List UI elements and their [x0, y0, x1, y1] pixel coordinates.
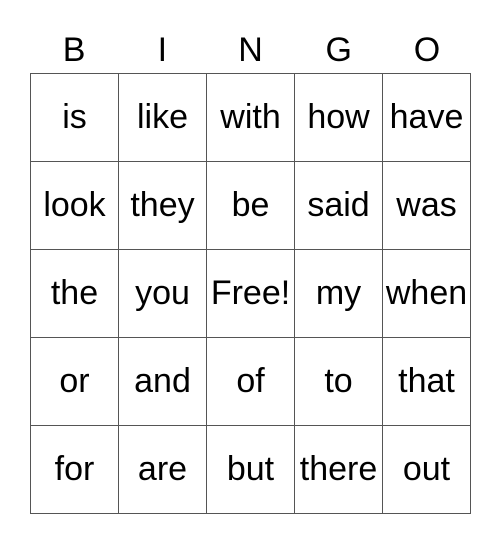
card-cell[interactable]: be	[206, 161, 295, 250]
card-cell[interactable]: when	[382, 249, 471, 338]
card-cell[interactable]: like	[118, 73, 207, 162]
card-cell[interactable]: out	[382, 425, 471, 514]
card-row: or and of to that	[30, 337, 471, 426]
header-letter-n: N	[238, 31, 263, 69]
card-cell[interactable]: have	[382, 73, 471, 162]
card-cell[interactable]: but	[206, 425, 295, 514]
header-letter-i: I	[157, 31, 168, 69]
header-letter-b: B	[62, 31, 86, 69]
card-cell[interactable]: of	[206, 337, 295, 426]
header-letter-o: O	[413, 31, 441, 69]
card-row: the you Free! my when	[30, 249, 471, 338]
card-cell[interactable]: and	[118, 337, 207, 426]
card-row: look they be said was	[30, 161, 471, 250]
bingo-header: B I N G O	[30, 28, 471, 72]
bingo-card: is like with how have look they be said …	[30, 73, 471, 514]
card-cell[interactable]: was	[382, 161, 471, 250]
card-cell[interactable]: is	[30, 73, 119, 162]
card-cell[interactable]: there	[294, 425, 383, 514]
card-cell[interactable]: are	[118, 425, 207, 514]
card-cell[interactable]: that	[382, 337, 471, 426]
card-cell[interactable]: the	[30, 249, 119, 338]
card-cell[interactable]: or	[30, 337, 119, 426]
card-cell[interactable]: how	[294, 73, 383, 162]
card-cell[interactable]: to	[294, 337, 383, 426]
header-letter-g: G	[325, 31, 352, 69]
free-space-cell[interactable]: Free!	[206, 249, 295, 338]
card-cell[interactable]: they	[118, 161, 207, 250]
card-cell[interactable]: with	[206, 73, 295, 162]
card-cell[interactable]: look	[30, 161, 119, 250]
card-cell[interactable]: said	[294, 161, 383, 250]
card-row: for are but there out	[30, 425, 471, 514]
card-cell[interactable]: you	[118, 249, 207, 338]
card-row: is like with how have	[30, 73, 471, 162]
card-cell[interactable]: my	[294, 249, 383, 338]
card-cell[interactable]: for	[30, 425, 119, 514]
